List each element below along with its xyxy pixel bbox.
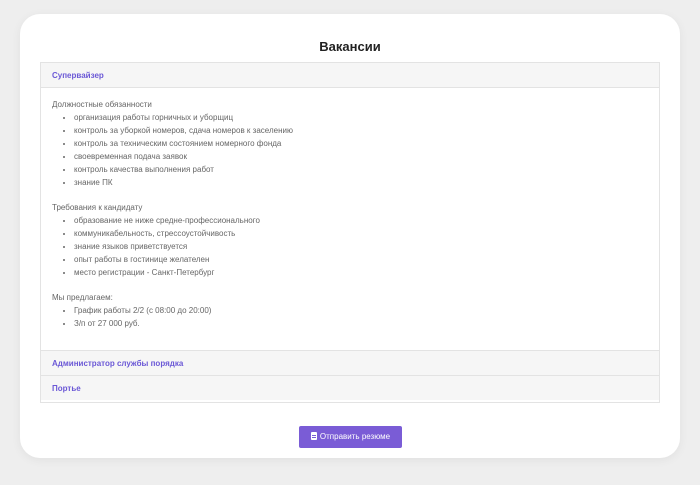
accordion-header-porter[interactable]: Портье: [41, 375, 659, 400]
submit-resume-button[interactable]: Отправить резюме: [299, 426, 402, 448]
vacancies-accordion: Супервайзер Должностные обязанности орга…: [40, 62, 660, 403]
requirements-label: Требования к кандидату: [52, 203, 143, 212]
accordion-header-security-admin[interactable]: Администратор службы порядка: [41, 350, 659, 375]
list-item: своевременная подача заявок: [74, 150, 659, 163]
requirements-list: образование не ниже средне-профессиональ…: [52, 214, 659, 279]
offer-label: Мы предлагаем:: [52, 293, 113, 302]
list-item: контроль качества выполнения работ: [74, 163, 659, 176]
list-item: место регистрации - Санкт-Петербург: [74, 266, 659, 279]
document-icon: [310, 432, 317, 440]
list-item: З/п от 27 000 руб.: [74, 317, 659, 330]
offer-list: График работы 2/2 (с 08:00 до 20:00) З/п…: [52, 304, 659, 330]
list-item: образование не ниже средне-профессиональ…: [74, 214, 659, 227]
vacancies-card: Вакансии Супервайзер Должностные обязанн…: [20, 14, 680, 458]
list-item: контроль за уборкой номеров, сдача номер…: [74, 124, 659, 137]
page-title: Вакансии: [319, 39, 381, 54]
list-item: опыт работы в гостинице желателен: [74, 253, 659, 266]
accordion-header-supervisor[interactable]: Супервайзер: [41, 63, 659, 88]
list-item: График работы 2/2 (с 08:00 до 20:00): [74, 304, 659, 317]
accordion-panel-supervisor: Должностные обязанности организация рабо…: [41, 88, 659, 350]
duties-list: организация работы горничных и уборщиц к…: [52, 111, 659, 189]
list-item: контроль за техническим состоянием номер…: [74, 137, 659, 150]
list-item: коммуникабельность, стрессоустойчивость: [74, 227, 659, 240]
list-item: знание ПК: [74, 176, 659, 189]
duties-label: Должностные обязанности: [52, 100, 152, 109]
submit-resume-label: Отправить резюме: [319, 432, 391, 441]
list-item: знание языков приветствуется: [74, 240, 659, 253]
list-item: организация работы горничных и уборщиц: [74, 111, 659, 124]
